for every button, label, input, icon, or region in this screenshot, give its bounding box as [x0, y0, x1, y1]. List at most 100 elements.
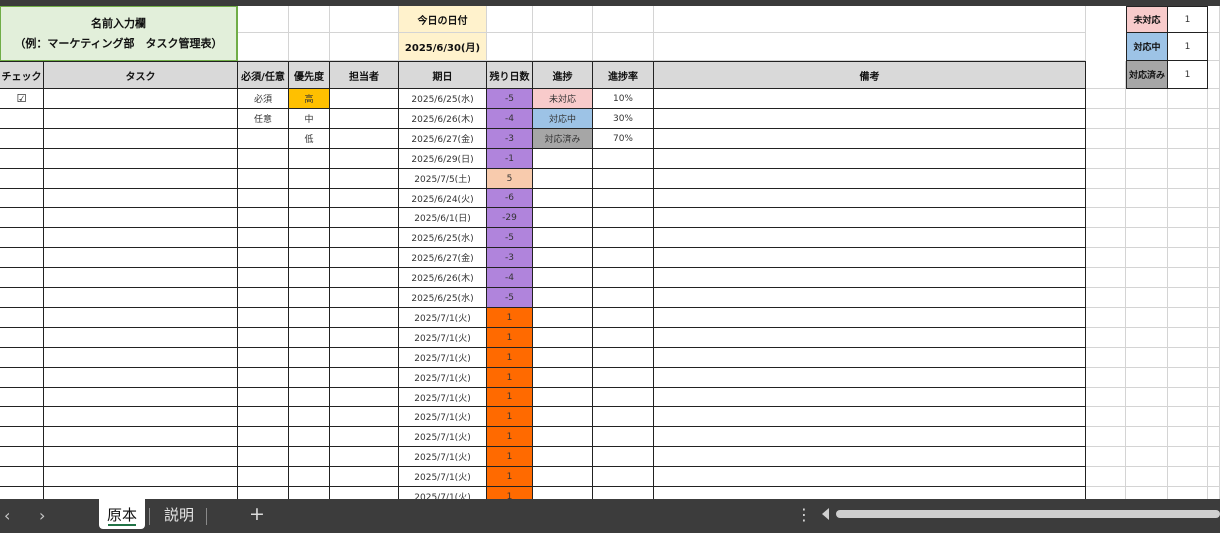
cell-required[interactable]	[238, 388, 289, 407]
cell-task[interactable]	[44, 328, 238, 348]
grid-cell[interactable]	[1086, 169, 1126, 189]
grid-cell[interactable]	[1086, 149, 1126, 169]
title-block[interactable]: 名前入力欄 （例：マーケティング部 タスク管理表）	[0, 6, 238, 61]
cell-notes[interactable]	[654, 228, 1086, 248]
grid-cell[interactable]	[330, 6, 399, 33]
today-value[interactable]: 2025/6/30(月)	[399, 33, 487, 61]
cell-priority[interactable]	[289, 467, 330, 487]
cell-assignee[interactable]	[330, 189, 399, 208]
cell-task[interactable]	[44, 89, 238, 109]
cell-notes[interactable]	[654, 189, 1086, 208]
cell-assignee[interactable]	[330, 328, 399, 348]
cell-notes[interactable]	[654, 368, 1086, 388]
cell-due[interactable]: 2025/6/25(水)	[399, 89, 487, 109]
cell-status[interactable]	[533, 149, 593, 169]
cell-priority[interactable]	[289, 169, 330, 189]
cell-assignee[interactable]	[330, 169, 399, 189]
cell-remaining[interactable]: -29	[487, 208, 533, 228]
grid-cell[interactable]	[1208, 447, 1220, 467]
grid-cell[interactable]	[654, 6, 1086, 33]
cell-required[interactable]	[238, 208, 289, 228]
cell-due[interactable]: 2025/7/1(火)	[399, 368, 487, 388]
cell-due[interactable]: 2025/6/29(日)	[399, 149, 487, 169]
grid-cell[interactable]	[1208, 228, 1220, 248]
cell-priority[interactable]	[289, 348, 330, 368]
cell-priority[interactable]	[289, 427, 330, 447]
cell-required[interactable]: 任意	[238, 109, 289, 129]
cell-rate[interactable]	[593, 288, 654, 308]
cell-task[interactable]	[44, 388, 238, 407]
cell-remaining[interactable]: -3	[487, 248, 533, 268]
grid-cell[interactable]	[1126, 129, 1168, 149]
cell-status[interactable]	[533, 447, 593, 467]
cell-assignee[interactable]	[330, 348, 399, 368]
cell-status[interactable]	[533, 228, 593, 248]
cell-priority[interactable]	[289, 308, 330, 328]
cell-remaining[interactable]: -5	[487, 89, 533, 109]
cell-rate[interactable]	[593, 248, 654, 268]
cell-assignee[interactable]	[330, 149, 399, 169]
grid-cell[interactable]	[1208, 328, 1220, 348]
cell-assignee[interactable]	[330, 388, 399, 407]
grid-cell[interactable]	[1168, 109, 1208, 129]
grid-cell[interactable]	[1126, 288, 1168, 308]
grid-cell[interactable]	[1086, 61, 1126, 89]
cell-check[interactable]	[0, 268, 44, 288]
grid-cell[interactable]	[289, 33, 330, 61]
cell-due[interactable]: 2025/7/1(火)	[399, 487, 487, 499]
grid-cell[interactable]	[238, 6, 289, 33]
cell-check[interactable]	[0, 388, 44, 407]
cell-rate[interactable]	[593, 388, 654, 407]
grid-cell[interactable]	[1208, 149, 1220, 169]
cell-task[interactable]	[44, 407, 238, 427]
cell-due[interactable]: 2025/7/1(火)	[399, 328, 487, 348]
cell-remaining[interactable]: 1	[487, 427, 533, 447]
cell-required[interactable]	[238, 268, 289, 288]
cell-rate[interactable]	[593, 169, 654, 189]
cell-check[interactable]	[0, 208, 44, 228]
cell-rate[interactable]	[593, 447, 654, 467]
cell-notes[interactable]	[654, 348, 1086, 368]
plus-icon[interactable]: +	[249, 503, 265, 525]
header-assignee[interactable]: 担当者	[330, 61, 399, 89]
cell-notes[interactable]	[654, 208, 1086, 228]
cell-due[interactable]: 2025/7/1(火)	[399, 308, 487, 328]
legend-2-count[interactable]: 1	[1168, 33, 1208, 61]
checkbox-cell[interactable]: ☑	[0, 89, 44, 109]
cell-remaining[interactable]: -5	[487, 228, 533, 248]
cell-task[interactable]	[44, 288, 238, 308]
grid-cell[interactable]	[1086, 129, 1126, 149]
cell-remaining[interactable]: -4	[487, 109, 533, 129]
cell-task[interactable]	[44, 149, 238, 169]
cell-rate[interactable]	[593, 228, 654, 248]
cell-assignee[interactable]	[330, 268, 399, 288]
cell-notes[interactable]	[654, 288, 1086, 308]
scroll-left-icon[interactable]	[822, 508, 829, 520]
chevron-right-icon[interactable]: ›	[39, 506, 45, 525]
cell-required[interactable]	[238, 487, 289, 499]
cell-required[interactable]	[238, 447, 289, 467]
grid-cell[interactable]	[1126, 149, 1168, 169]
cell-due[interactable]: 2025/7/5(土)	[399, 169, 487, 189]
cell-check[interactable]	[0, 228, 44, 248]
grid-cell[interactable]	[1168, 487, 1208, 499]
cell-required[interactable]	[238, 308, 289, 328]
chevron-left-icon[interactable]: ‹	[4, 506, 10, 525]
cell-task[interactable]	[44, 308, 238, 328]
grid-cell[interactable]	[1126, 208, 1168, 228]
grid-cell[interactable]	[1126, 169, 1168, 189]
cell-assignee[interactable]	[330, 109, 399, 129]
cell-status[interactable]	[533, 189, 593, 208]
cell-required[interactable]	[238, 407, 289, 427]
grid-cell[interactable]	[330, 33, 399, 61]
legend-2-label[interactable]: 対応中	[1126, 33, 1168, 61]
grid-cell[interactable]	[1168, 308, 1208, 328]
grid-cell[interactable]	[1168, 388, 1208, 407]
cell-assignee[interactable]	[330, 407, 399, 427]
grid-cell[interactable]	[1086, 388, 1126, 407]
grid-cell[interactable]	[1086, 427, 1126, 447]
cell-notes[interactable]	[654, 487, 1086, 499]
cell-status[interactable]	[533, 368, 593, 388]
grid-cell[interactable]	[1168, 328, 1208, 348]
cell-notes[interactable]	[654, 109, 1086, 129]
